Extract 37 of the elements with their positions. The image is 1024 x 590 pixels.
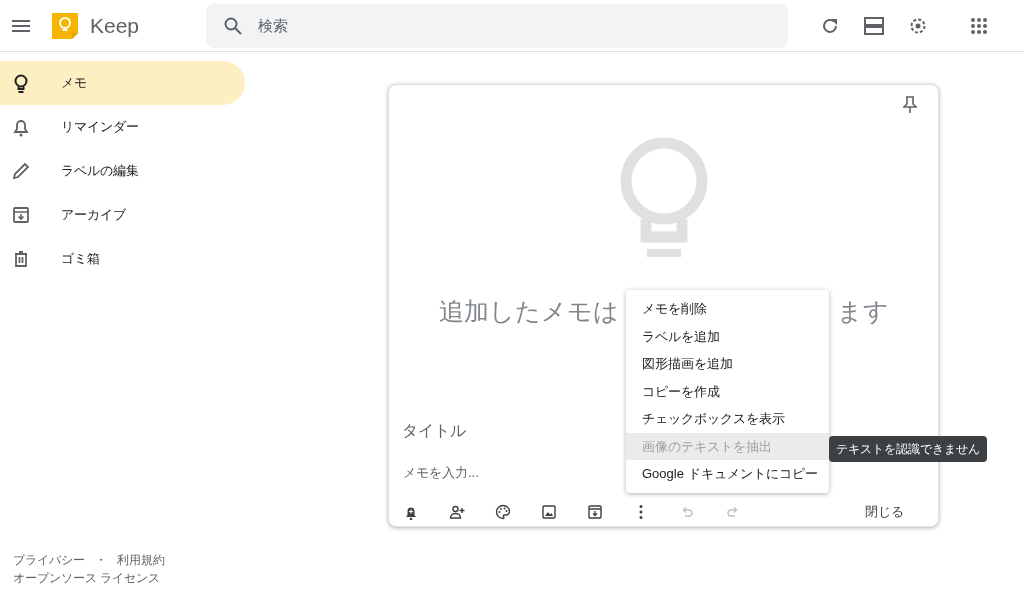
refresh-icon [821, 16, 840, 35]
archive-icon [11, 205, 31, 225]
lightbulb-icon [619, 136, 708, 259]
terms-link[interactable]: 利用規約 [117, 551, 165, 569]
tooltip: テキストを認識できません [829, 436, 987, 462]
menu-item[interactable]: ラベルを追加 [626, 322, 829, 350]
list-view-icon [864, 16, 885, 35]
person-add-icon [449, 504, 465, 520]
sidebar-item[interactable]: アーカイブ [0, 193, 245, 237]
bell-icon [11, 117, 31, 137]
apps-grid-icon [971, 17, 988, 34]
empty-message: ます [837, 295, 889, 327]
menu-item[interactable]: Google ドキュメントにコピー [626, 460, 829, 488]
menu-item[interactable]: コピーを作成 [626, 377, 829, 405]
palette-icon [495, 504, 511, 520]
pencil-icon [11, 161, 31, 181]
sidebar-item[interactable]: ゴミ箱 [0, 237, 245, 281]
license-link[interactable]: オープンソース ライセンス [13, 569, 245, 587]
lightbulb-logo-icon [50, 10, 80, 41]
separator: ・ [95, 552, 107, 569]
archive-icon [587, 504, 603, 520]
image-icon [541, 504, 557, 520]
empty-message: 追加したメモは [439, 295, 619, 327]
pin-button[interactable] [900, 95, 920, 115]
privacy-link[interactable]: プライバシー [13, 551, 85, 569]
menu-item[interactable]: 図形描画を追加 [626, 350, 829, 378]
pin-icon [903, 96, 917, 114]
app-name: Keep [90, 12, 140, 39]
menu-item[interactable]: メモを削除 [626, 295, 829, 323]
sidebar-item[interactable]: メモ [0, 61, 245, 105]
search-icon [224, 16, 243, 35]
sidebar-item[interactable]: リマインダー [0, 105, 245, 149]
note-field[interactable]: メモを入力... [403, 462, 623, 482]
close-button[interactable]: 閉じる [855, 498, 914, 526]
menu-icon [12, 19, 30, 32]
sidebar-item[interactable]: ラベルの編集 [0, 149, 245, 193]
search-field[interactable]: 検索 [206, 3, 789, 48]
